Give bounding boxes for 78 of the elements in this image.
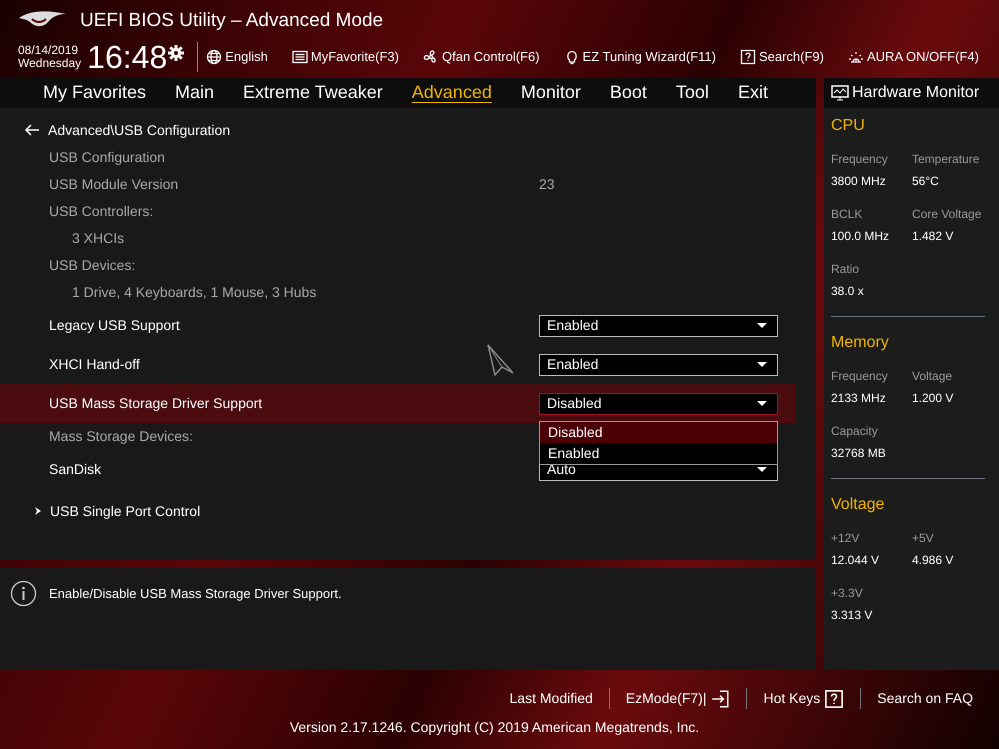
breadcrumb-text: Advanced\USB Configuration — [48, 120, 230, 140]
stat-label: Core Voltage — [912, 206, 982, 223]
stat-value: 38.0 x — [831, 283, 865, 300]
stat-value: 4.986 V — [912, 552, 954, 569]
day-text: Wednesday — [18, 57, 82, 70]
section-heading: Memory — [831, 333, 890, 353]
toolbar-button[interactable]: AURA ON/OFF(F4) — [848, 47, 979, 67]
stat-value: 2133 MHz — [831, 390, 887, 407]
stat-label: Frequency — [831, 151, 889, 168]
stat-value: 3800 MHz — [831, 173, 887, 190]
panel-title: Hardware Monitor — [852, 83, 980, 103]
setting-label: USB Controllers: — [49, 202, 154, 221]
footer-link[interactable]: Hot Keys — [746, 688, 860, 709]
menu-tab[interactable]: My Favorites — [43, 78, 160, 108]
window-title: UEFI BIOS Utility – Advanced Mode — [80, 9, 384, 33]
toolbar-button[interactable]: Qfan Control(F6) — [423, 47, 540, 67]
exit-icon — [710, 688, 730, 708]
stat-value: 56°C — [912, 173, 940, 190]
submenu-arrow-icon — [34, 507, 42, 515]
stat-value: 1.482 V — [912, 228, 954, 245]
help-icon — [824, 688, 844, 708]
monitor-icon — [831, 84, 849, 102]
stat-value: 3.313 V — [831, 607, 874, 624]
footer-link[interactable]: Search on FAQ — [860, 688, 989, 709]
stat-label: Frequency — [831, 368, 889, 385]
settings-icon[interactable] — [167, 44, 186, 62]
caret-icon — [757, 466, 767, 472]
dropdown-select[interactable]: Enabled — [539, 354, 778, 376]
mouse-cursor-icon — [487, 344, 515, 376]
setting-label: USB Module Version — [49, 175, 178, 194]
setting-label: USB Devices: — [49, 256, 136, 275]
stat-value: 12.044 V — [831, 552, 880, 569]
caret-icon — [757, 362, 767, 368]
dropdown-option[interactable]: Disabled — [540, 422, 777, 442]
stat-value: 1.200 V — [912, 390, 954, 407]
setting-label: Mass Storage Devices: — [49, 427, 193, 446]
stat-label: Ratio — [831, 261, 860, 278]
stat-value: 100.0 MHz — [831, 228, 890, 245]
menu-tab[interactable]: Advanced — [398, 78, 506, 108]
stat-label: +5V — [912, 530, 935, 547]
help-text: Enable/Disable USB Mass Storage Driver Support. — [49, 585, 342, 603]
caret-icon — [757, 400, 767, 406]
setting-label: 1 Drive, 4 Keyboards, 1 Mouse, 3 Hubs — [71, 283, 316, 302]
menu-tab[interactable]: Exit — [724, 78, 782, 108]
setting-value: 23 — [539, 175, 556, 194]
clock-time: 16:48 — [87, 40, 168, 74]
toolbar-button[interactable]: MyFavorite(F3) — [292, 47, 399, 67]
setting-label: Legacy USB Support — [49, 316, 180, 335]
setting-label: XHCI Hand-off — [49, 355, 140, 374]
setting-label: USB Mass Storage Driver Support — [49, 394, 262, 413]
footer-link[interactable]: EzMode(F7)| — [608, 688, 746, 709]
stat-label: Voltage — [912, 368, 954, 385]
info-icon — [10, 580, 37, 607]
stat-label: +12V — [831, 530, 860, 547]
stat-label: Capacity — [831, 423, 879, 440]
toolbar-button[interactable]: Search(F9) — [740, 47, 824, 67]
section-heading: CPU — [831, 116, 866, 136]
stat-label: +3.3V — [831, 585, 864, 602]
menu-tab[interactable]: Main — [161, 78, 228, 108]
menu-tab[interactable]: Monitor — [506, 78, 595, 108]
back-arrow-icon[interactable] — [24, 124, 40, 136]
dropdown-select[interactable]: Enabled — [539, 314, 778, 336]
setting-label: USB Configuration — [49, 148, 165, 167]
stat-label: Temperature — [912, 151, 980, 168]
menu-tab[interactable]: Tool — [662, 78, 723, 108]
section-heading: Voltage — [831, 495, 886, 515]
menu-tab[interactable]: Boot — [596, 78, 661, 108]
caret-icon — [757, 322, 767, 328]
menu-tab[interactable]: Extreme Tweaker — [229, 78, 397, 108]
date-text: 08/14/2019 — [18, 44, 80, 57]
version-text: Version 2.17.1246. Copyright (C) 2019 American Megatrends, Inc. — [288, 718, 700, 737]
setting-label: 3 XHCIs — [71, 229, 124, 248]
toolbar-button[interactable]: EZ Tuning Wizard(F11) — [564, 47, 716, 67]
submenu-link[interactable]: USB Single Port Control — [50, 500, 200, 522]
stat-value: 32768 MB — [831, 445, 887, 462]
stat-label: BCLK — [831, 206, 864, 223]
footer-link[interactable]: Last Modified — [494, 688, 609, 709]
toolbar-button[interactable]: English — [206, 47, 268, 67]
